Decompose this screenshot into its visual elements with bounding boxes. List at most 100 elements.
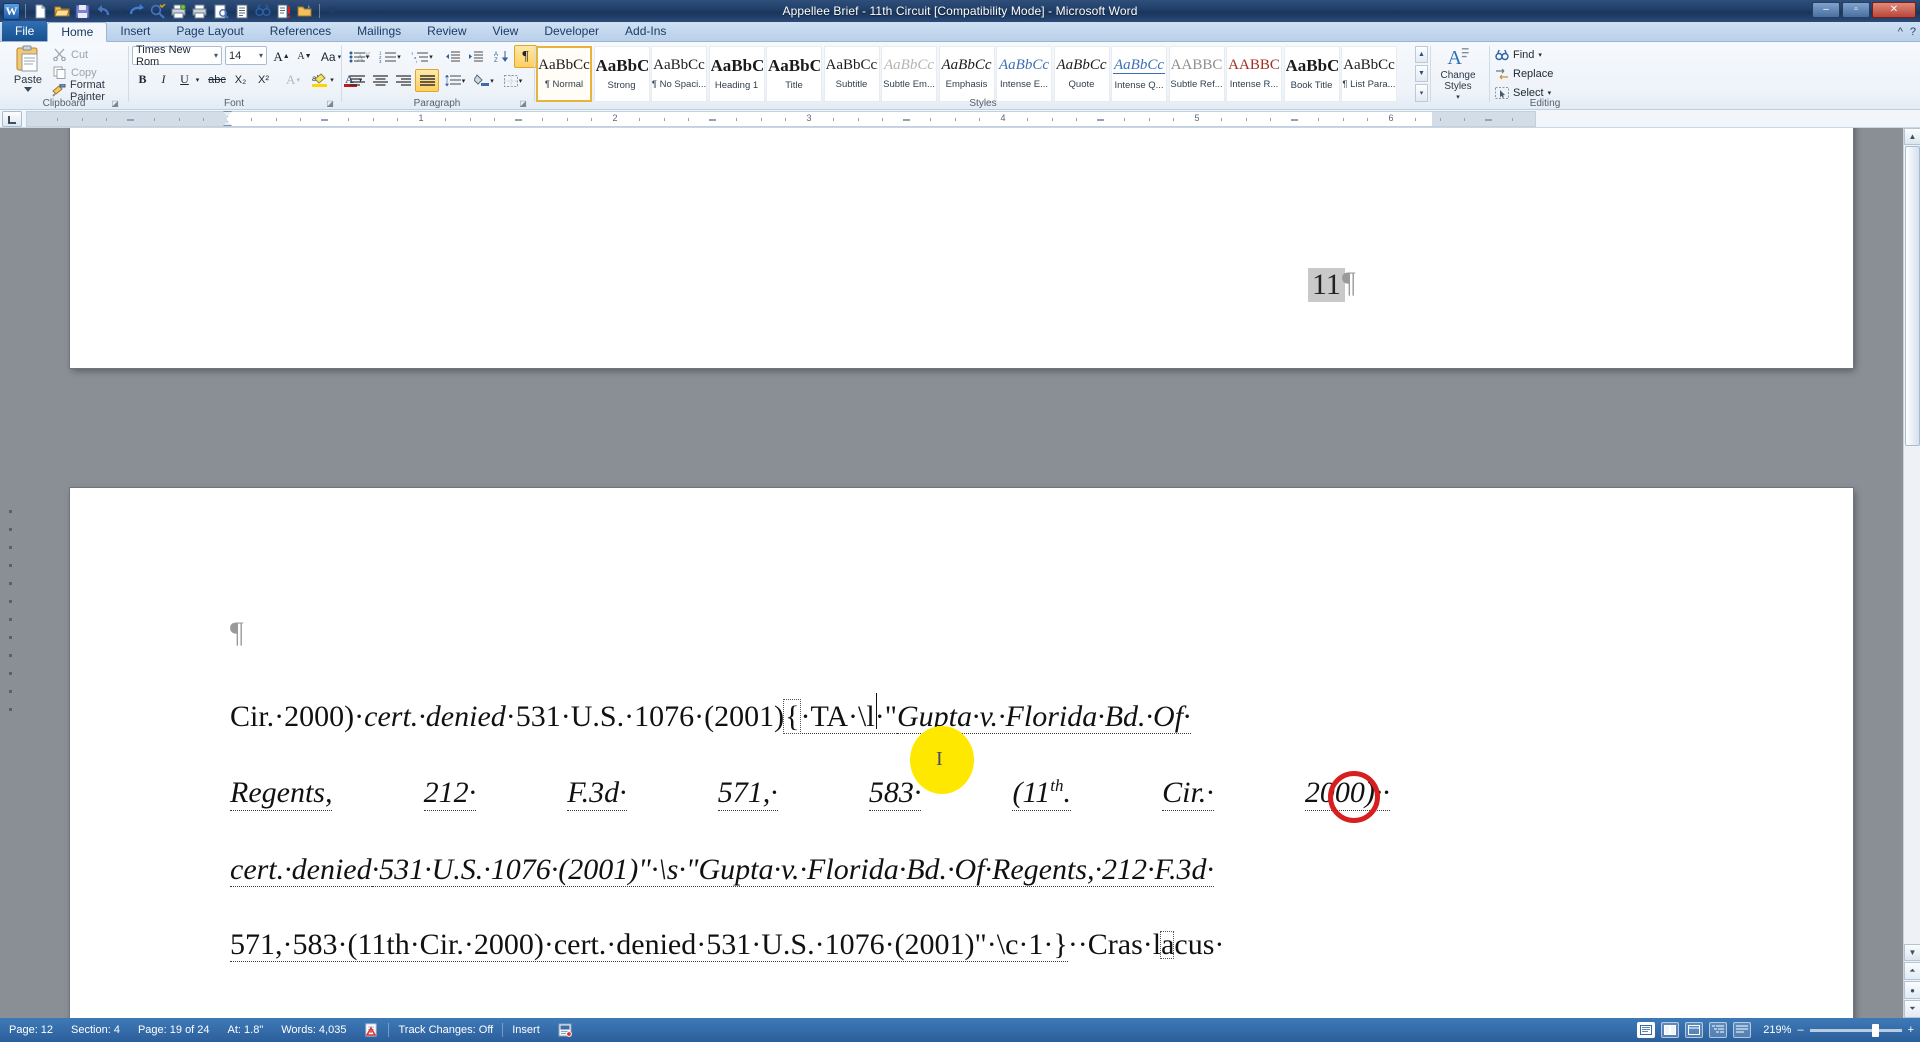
replace-button[interactable]: Replace — [1494, 65, 1553, 82]
bold-button[interactable]: B — [132, 69, 153, 90]
document-page-1[interactable]: mauris·varius·pharetra.··Gupta·v.·Florid… — [70, 128, 1853, 368]
redo-icon[interactable] — [127, 2, 146, 20]
font-dialog-launcher[interactable]: ◪ — [325, 99, 335, 109]
page-number-field[interactable]: 11 — [1308, 268, 1345, 302]
undo-dropdown-icon[interactable] — [115, 2, 125, 20]
open-folder-icon[interactable] — [52, 2, 71, 20]
paste-button[interactable]: Paste — [6, 45, 50, 97]
view-print-layout-button[interactable] — [1637, 1022, 1656, 1038]
font-name-chevron-down-icon[interactable]: ▾ — [214, 51, 218, 60]
find-button[interactable]: Find ▾ — [1494, 46, 1542, 63]
paragraph-dialog-launcher[interactable]: ◪ — [518, 99, 528, 109]
tab-mailings[interactable]: Mailings — [344, 21, 414, 41]
increase-indent-button[interactable] — [464, 46, 486, 67]
print-preview-edit-icon[interactable] — [211, 2, 230, 20]
borders-button[interactable]: ▾ — [500, 70, 526, 91]
tab-home[interactable]: Home — [47, 22, 108, 42]
style-item-emphasis[interactable]: AaBbCc Emphasis — [938, 46, 995, 102]
change-styles-button[interactable]: A Change Styles ▾ — [1434, 45, 1482, 103]
style-item-intense-r[interactable]: AABBC Intense R... — [1226, 46, 1282, 102]
find-icon[interactable] — [253, 2, 272, 20]
document-canvas[interactable]: mauris·varius·pharetra.··Gupta·v.·Florid… — [0, 128, 1920, 1018]
tab-stop-selector-button[interactable] — [2, 111, 22, 127]
grow-font-button[interactable]: A ▲ — [271, 46, 292, 67]
format-painter-button[interactable]: Format Painter — [52, 79, 128, 103]
style-item-book-title[interactable]: AaBbC Book Title — [1283, 46, 1340, 102]
tab-file[interactable]: File — [2, 21, 48, 41]
style-item-intense-e[interactable]: AaBbCc Intense E... — [996, 46, 1052, 102]
status-at-position[interactable]: At: 1.8" — [219, 1024, 273, 1036]
align-left-button[interactable] — [346, 70, 368, 91]
styles-more-button[interactable]: ▾ — [1415, 84, 1428, 102]
bullets-button[interactable]: ▾ — [346, 46, 372, 67]
tab-view[interactable]: View — [480, 21, 532, 41]
decrease-indent-button[interactable] — [441, 46, 463, 67]
style-item-normal[interactable]: AaBbCc ¶ Normal — [536, 46, 592, 102]
view-draft-button[interactable] — [1733, 1022, 1752, 1038]
new-document-icon[interactable] — [31, 2, 50, 20]
style-item-subtitle[interactable]: AaBbCcI Subtitle — [823, 46, 880, 102]
scroll-up-arrow-icon[interactable]: ▲ — [1904, 128, 1920, 145]
line-spacing-button[interactable]: ▾ — [442, 70, 468, 91]
field-code-brace-open[interactable]: { — [783, 699, 802, 734]
tab-references[interactable]: References — [257, 21, 344, 41]
previous-page-button[interactable]: ⏶ — [1904, 962, 1920, 980]
scrollbar-thumb[interactable] — [1905, 146, 1920, 446]
style-item-quote[interactable]: AaBbCc Quote — [1053, 46, 1110, 102]
status-insert-mode[interactable]: Insert — [503, 1024, 549, 1036]
status-macro-record-icon[interactable] — [549, 1023, 582, 1037]
clipboard-dialog-launcher[interactable]: ◪ — [110, 99, 120, 109]
style-item-list-para[interactable]: AaBbCc ¶ List Para... — [1341, 46, 1397, 102]
select-browse-object-button[interactable]: ● — [1904, 981, 1920, 999]
zoom-level-label[interactable]: 219% — [1757, 1024, 1791, 1036]
view-outline-button[interactable] — [1709, 1022, 1728, 1038]
status-section[interactable]: Section: 4 — [62, 1024, 129, 1036]
status-page-of[interactable]: Page: 19 of 24 — [129, 1024, 219, 1036]
numbering-button[interactable]: 123 ▾ — [376, 46, 404, 67]
status-word-count[interactable]: Words: 4,035 — [272, 1024, 355, 1036]
help-icon[interactable]: ? — [1910, 26, 1916, 38]
track-changes-icon[interactable] — [274, 2, 293, 20]
sort-button[interactable]: AZ — [490, 46, 512, 67]
shrink-font-button[interactable]: A ▼ — [294, 46, 315, 67]
zoom-in-button[interactable]: + — [1908, 1024, 1914, 1036]
customize-qat-icon[interactable] — [325, 2, 337, 20]
zoom-slider[interactable] — [1809, 1023, 1902, 1037]
strikethrough-button[interactable]: abc — [205, 69, 229, 90]
scroll-down-arrow-icon[interactable]: ▼ — [1904, 944, 1920, 961]
view-full-screen-reading-button[interactable] — [1661, 1022, 1680, 1038]
font-name-input[interactable]: Times New Rom ▾ — [132, 44, 222, 68]
change-styles-chevron-down-icon[interactable]: ▾ — [1456, 92, 1460, 103]
tab-add-ins[interactable]: Add-Ins — [612, 21, 679, 41]
save-icon[interactable] — [73, 2, 92, 20]
shading-button[interactable]: ▾ — [471, 70, 497, 91]
styles-scroll-up-button[interactable]: ▲ — [1415, 46, 1428, 63]
style-item-subtle-ref[interactable]: AABBC Subtle Ref... — [1168, 46, 1225, 102]
minimize-button[interactable]: – — [1812, 2, 1840, 18]
tab-developer[interactable]: Developer — [531, 21, 612, 41]
open-recent-icon[interactable] — [295, 2, 314, 20]
style-item-strong[interactable]: AaBbC Strong — [593, 46, 650, 102]
status-page[interactable]: Page: 12 — [0, 1024, 62, 1036]
style-item-subtle-em[interactable]: AaBbCc Subtle Em... — [881, 46, 937, 102]
next-page-button[interactable]: ⏷ — [1904, 1000, 1920, 1018]
superscript-button[interactable]: X² — [253, 69, 274, 90]
status-track-changes[interactable]: Track Changes: Off — [389, 1024, 502, 1036]
minimize-ribbon-icon[interactable]: ^ — [1898, 26, 1903, 38]
undo-icon[interactable] — [94, 2, 113, 20]
italic-button[interactable]: I — [153, 69, 174, 90]
print-preview-icon[interactable] — [169, 2, 188, 20]
spelling-grammar-icon[interactable] — [148, 2, 167, 20]
document-properties-icon[interactable] — [232, 2, 251, 20]
tab-page-layout[interactable]: Page Layout — [163, 21, 256, 41]
view-web-layout-button[interactable] — [1685, 1022, 1704, 1038]
font-size-input[interactable]: 14 ▾ — [225, 46, 267, 65]
close-button[interactable]: ✕ — [1872, 2, 1916, 18]
underline-chevron-down-icon[interactable]: ▾ — [192, 69, 203, 90]
subscript-button[interactable]: X₂ — [230, 69, 251, 90]
cut-button[interactable]: Cut — [52, 46, 88, 63]
justify-button[interactable] — [415, 69, 439, 92]
maximize-button[interactable]: ▫ — [1842, 2, 1870, 18]
style-item-intense-q[interactable]: AaBbCc Intense Q... — [1111, 46, 1167, 102]
text-effects-button[interactable]: A ▾ — [279, 69, 307, 90]
